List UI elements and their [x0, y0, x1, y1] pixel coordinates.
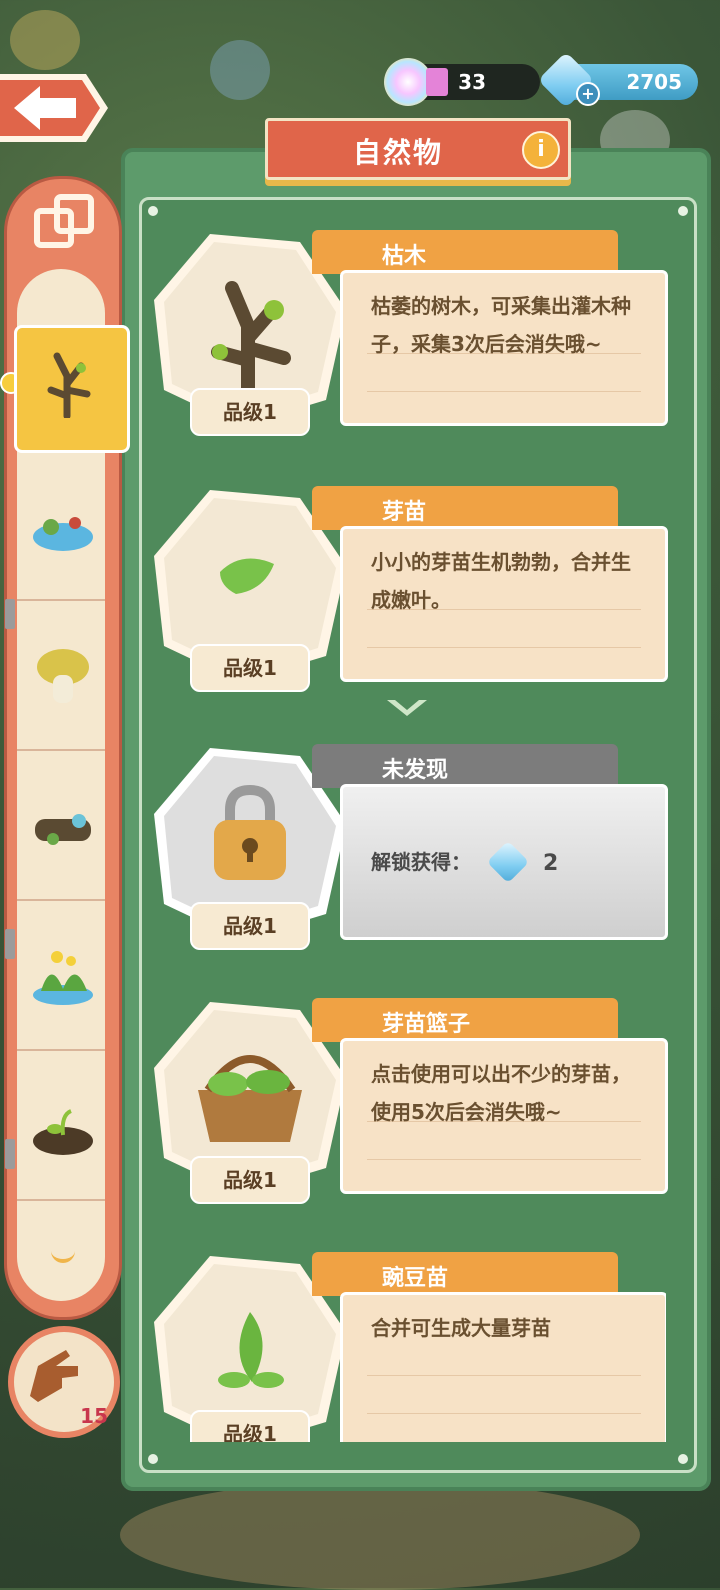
corner-rivet	[678, 206, 688, 216]
corner-rivet	[148, 1454, 158, 1464]
bg-decoration	[120, 1480, 640, 1590]
sidebar-item-pond[interactable]	[17, 459, 105, 601]
item-name: 枯木	[382, 244, 427, 269]
item-name: 未发现	[382, 758, 449, 783]
gem-count: 2705	[626, 70, 682, 94]
ruled-line	[367, 391, 641, 392]
scroll-more-icon[interactable]	[51, 1249, 75, 1263]
sidebar-hinge	[5, 1139, 15, 1169]
item-name-tab: 未发现	[312, 744, 618, 788]
plus-icon[interactable]: +	[576, 82, 600, 106]
item-name: 芽苗	[382, 500, 427, 525]
title-banner: 自然物 i	[265, 118, 571, 180]
section-divider-icon	[387, 700, 427, 716]
ruled-line	[367, 1375, 641, 1376]
mossy-log-icon	[35, 814, 91, 845]
item-grade: 品级1	[190, 644, 310, 692]
ruled-line	[367, 1159, 641, 1160]
hint-count: 15	[80, 1404, 108, 1428]
sprout-basket-icon	[198, 1090, 302, 1142]
item-grade: 品级1	[190, 1410, 310, 1442]
pond-icon	[33, 517, 93, 551]
item-description-text: 小小的芽苗生机勃勃，合并生成嫩叶。	[371, 550, 631, 612]
collection-toggle-icon[interactable]	[33, 193, 97, 251]
item-name-tab: 枯木	[312, 230, 618, 274]
item-name: 芽苗篮子	[382, 1012, 471, 1037]
ruled-line	[367, 647, 641, 648]
dead-tree-icon	[47, 352, 91, 418]
mushroom-icon	[37, 649, 89, 703]
corner-rivet	[148, 206, 158, 216]
item-grade: 品级1	[190, 388, 310, 436]
item-card-sprout[interactable]: 芽苗 小小的芽苗生机勃勃，合并生成嫩叶。 品级1	[150, 486, 668, 726]
bg-decoration	[10, 10, 80, 70]
item-description-text: 点击使用可以出不少的芽苗，使用5次后会消失哦~	[371, 1062, 631, 1124]
sidebar-item-mossy-log[interactable]	[17, 759, 105, 901]
hint-button[interactable]: 15	[8, 1326, 120, 1438]
sidebar-item-flower-patch[interactable]	[17, 909, 105, 1051]
info-button[interactable]: i	[522, 131, 560, 169]
sidebar-item-dead-tree[interactable]	[14, 325, 130, 453]
item-description-text: 枯萎的树木，可采集出灌木种子，采集3次后会消失哦~	[371, 294, 631, 356]
item-name-tab: 芽苗篮子	[312, 998, 618, 1042]
back-button[interactable]	[0, 70, 110, 146]
item-name: 豌豆苗	[382, 1266, 449, 1291]
sidebar-item-seedling-mound[interactable]	[17, 1059, 105, 1201]
flower-patch-icon	[33, 951, 93, 1005]
gem-currency[interactable]: + 2705	[537, 51, 698, 109]
corner-rivet	[678, 1454, 688, 1464]
bg-decoration	[210, 40, 270, 100]
item-description: 解锁获得： 2	[340, 784, 668, 940]
pink-gauge-icon	[426, 68, 448, 96]
item-grade: 品级1	[190, 902, 310, 950]
page-title: 自然物	[352, 136, 443, 169]
back-arrow-icon	[0, 74, 108, 142]
unlock-reward-amount: 2	[543, 851, 559, 876]
rainbow-icon	[384, 58, 432, 106]
item-description: 合并可生成大量芽苗	[340, 1292, 666, 1442]
item-card-pea-sprout[interactable]: 豌豆苗 合并可生成大量芽苗 品级1	[150, 1252, 666, 1442]
sidebar-hinge	[5, 929, 15, 959]
item-grade: 品级1	[190, 1156, 310, 1204]
item-name-tab: 豌豆苗	[312, 1252, 618, 1296]
item-description: 小小的芽苗生机勃勃，合并生成嫩叶。	[340, 526, 668, 682]
item-card-dead-tree[interactable]: 枯木 枯萎的树木，可采集出灌木种子，采集3次后会消失哦~ 品级1	[150, 230, 668, 470]
rainbow-count: 33	[458, 70, 486, 94]
item-description-text: 合并可生成大量芽苗	[371, 1316, 551, 1340]
item-card-locked[interactable]: 未发现 解锁获得： 2 品级1	[150, 744, 668, 984]
item-description: 点击使用可以出不少的芽苗，使用5次后会消失哦~	[340, 1038, 668, 1194]
sidebar-item-mushroom[interactable]	[17, 609, 105, 751]
item-name-tab: 芽苗	[312, 486, 618, 530]
rainbow-currency[interactable]: 33	[384, 58, 540, 106]
item-description: 枯萎的树木，可采集出灌木种子，采集3次后会消失哦~	[340, 270, 668, 426]
seedling-mound-icon	[33, 1109, 93, 1155]
ruled-line	[367, 1413, 641, 1414]
item-card-sprout-basket[interactable]: 芽苗篮子 点击使用可以出不少的芽苗，使用5次后会消失哦~ 品级1	[150, 998, 668, 1238]
sidebar-hinge	[5, 599, 15, 629]
